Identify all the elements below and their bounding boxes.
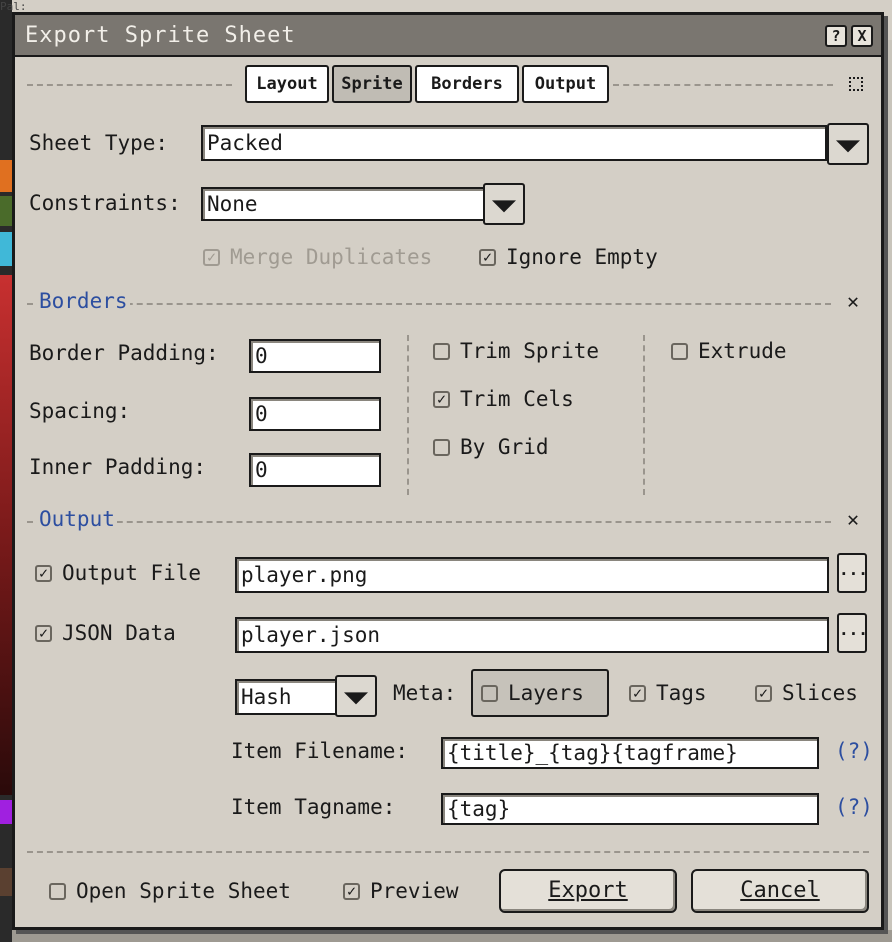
checkbox-icon [481,684,498,702]
json-data-field[interactable]: player.json [235,617,829,653]
cancel-button-label: Cancel [740,878,820,903]
checkmark-icon: ✓ [755,684,772,702]
trim-sprite-label: Trim Sprite [460,339,600,363]
extrude-label: Extrude [698,339,787,363]
border-padding-label: Border Padding: [29,341,219,365]
chevron-down-icon[interactable] [483,183,525,225]
ignore-empty-checkbox[interactable]: ✓ Ignore Empty [479,245,658,269]
collapse-icon[interactable]: ✕ [847,507,859,531]
output-section-title: Output [37,507,117,531]
tab-sprite[interactable]: Sprite [332,65,412,103]
column-divider [643,335,645,495]
slices-label: Slices [782,681,858,705]
open-sprite-sheet-label: Open Sprite Sheet [76,879,291,903]
output-file-field[interactable]: player.png [235,557,829,593]
checkmark-icon: ✓ [203,248,220,266]
inner-padding-label: Inner Padding: [29,455,207,479]
palette-swatch[interactable] [0,868,12,896]
item-tagname-label: Item Tagname: [231,795,396,819]
expand-icon[interactable] [849,77,863,91]
preview-label: Preview [370,879,459,903]
tab-borders[interactable]: Borders [415,65,519,103]
preview-checkbox[interactable]: ✓ Preview [343,879,459,903]
checkmark-icon: ✓ [343,882,360,900]
tags-label: Tags [656,681,707,705]
meta-label: Meta: [393,681,457,705]
constraints-select[interactable]: None [201,187,485,221]
checkbox-icon [671,342,688,360]
checkmark-icon: ✓ [35,624,52,642]
checkbox-icon [49,882,66,900]
checkmark-icon: ✓ [629,684,646,702]
checkmark-icon: ✓ [479,248,496,266]
item-filename-label: Item Filename: [231,739,409,763]
collapse-icon[interactable]: ✕ [847,289,859,313]
checkmark-icon: ✓ [433,390,450,408]
layers-label: Layers [508,681,584,705]
output-file-checkbox[interactable]: ✓ Output File [35,561,201,585]
background-status-bar [12,930,892,942]
json-data-label: JSON Data [62,621,176,645]
divider [27,84,232,86]
palette-swatch[interactable] [0,196,12,226]
sheet-type-select[interactable]: Packed [201,125,827,161]
browse-json-button[interactable]: ... [837,613,868,653]
merge-duplicates-checkbox[interactable]: ✓ Merge Duplicates [203,245,432,269]
item-tagname-help-link[interactable]: (?) [835,795,873,819]
trim-cels-label: Trim Cels [460,387,574,411]
section-divider [27,303,831,305]
cancel-button[interactable]: Cancel [691,869,869,913]
layers-toggle[interactable]: Layers [471,669,609,717]
help-button[interactable]: ? [825,25,847,47]
export-sprite-sheet-dialog: Export Sprite Sheet ? X Layout Sprite Bo… [12,12,884,930]
trim-sprite-checkbox[interactable]: Trim Sprite [433,339,599,363]
slices-checkbox[interactable]: ✓ Slices [755,681,858,705]
palette-swatch[interactable] [0,275,12,795]
section-divider [27,521,831,523]
borders-section-title: Borders [37,289,130,313]
palette-swatch[interactable] [0,232,12,266]
constraints-label: Constraints: [29,191,181,215]
item-filename-help-link[interactable]: (?) [835,739,873,763]
ignore-empty-label: Ignore Empty [506,245,658,269]
tags-checkbox[interactable]: ✓ Tags [629,681,707,705]
title-bar[interactable]: Export Sprite Sheet ? X [15,15,881,57]
json-data-checkbox[interactable]: ✓ JSON Data [35,621,176,645]
extrude-checkbox[interactable]: Extrude [671,339,787,363]
sheet-type-label: Sheet Type: [29,131,169,155]
open-sprite-sheet-checkbox[interactable]: Open Sprite Sheet [49,879,291,903]
export-button[interactable]: Export [499,869,677,913]
by-grid-checkbox[interactable]: By Grid [433,435,549,459]
item-filename-field[interactable]: {title}_{tag}{tagframe} [441,737,819,769]
merge-duplicates-label: Merge Duplicates [230,245,433,269]
by-grid-label: By Grid [460,435,549,459]
tab-output[interactable]: Output [522,65,609,103]
spacing-label: Spacing: [29,399,131,423]
palette-swatch[interactable] [0,160,12,192]
checkbox-icon [433,342,450,360]
json-format-select[interactable]: Hash [235,679,337,715]
checkmark-icon: ✓ [35,564,52,582]
browse-output-file-button[interactable]: ... [837,553,868,593]
close-button[interactable]: X [851,25,873,47]
inner-padding-field[interactable]: 0 [249,453,381,487]
item-tagname-field[interactable]: {tag} [441,793,819,825]
chevron-down-icon[interactable] [827,123,869,165]
divider [27,851,869,853]
column-divider [407,335,409,495]
tab-layout[interactable]: Layout [245,65,329,103]
background-panel-right [884,40,892,942]
output-file-label: Output File [62,561,202,585]
dialog-title: Export Sprite Sheet [25,23,296,48]
trim-cels-checkbox[interactable]: ✓ Trim Cels [433,387,574,411]
checkbox-icon [433,438,450,456]
palette-swatch[interactable] [0,800,12,824]
chevron-down-icon[interactable] [335,675,377,717]
border-padding-field[interactable]: 0 [249,339,381,373]
spacing-field[interactable]: 0 [249,397,381,431]
export-button-label: Export [548,878,628,903]
divider [613,84,833,86]
